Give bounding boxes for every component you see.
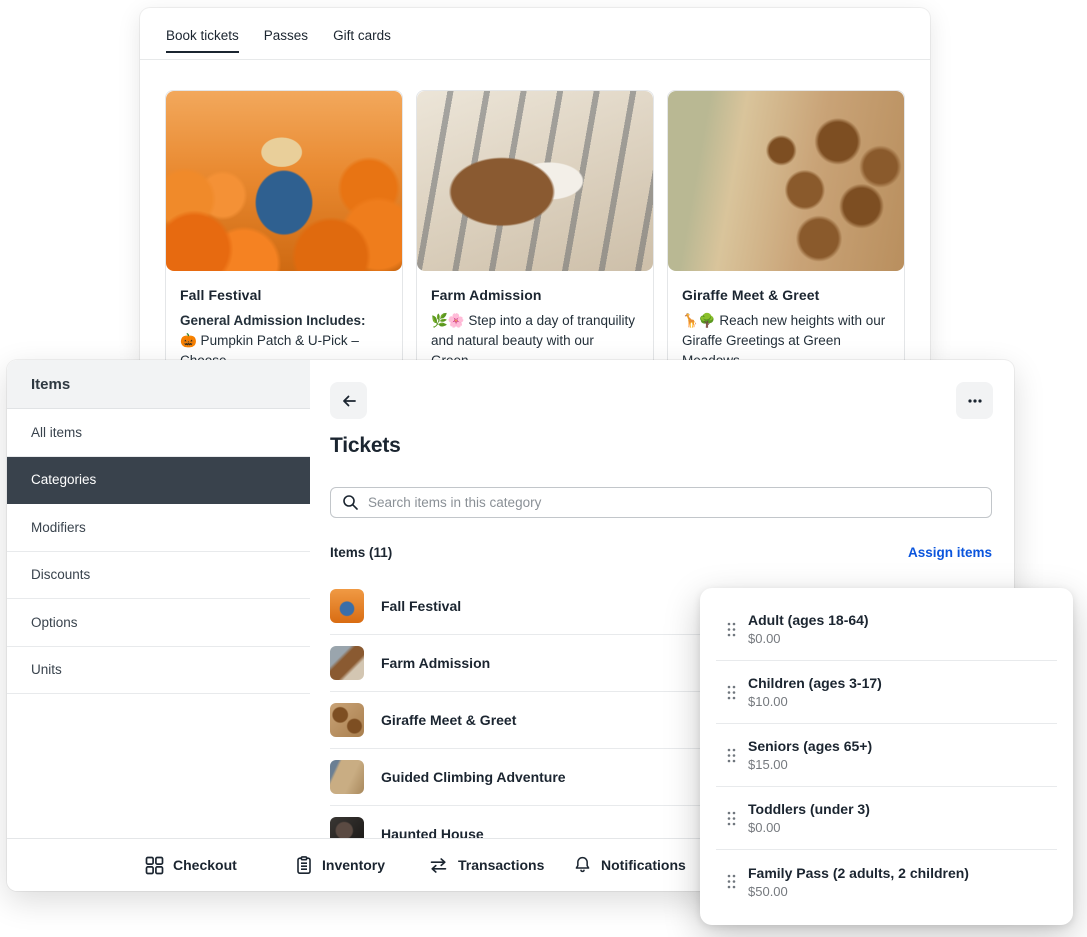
screen: Book tickets Passes Gift cards Fall Fest… bbox=[0, 0, 1087, 937]
sidebar-item-options[interactable]: Options bbox=[7, 599, 310, 647]
variation-row-children[interactable]: Children (ages 3-17) $10.00 bbox=[716, 661, 1057, 724]
clipboard-icon bbox=[295, 856, 313, 875]
variation-row-adult[interactable]: Adult (ages 18-64) $0.00 bbox=[716, 598, 1057, 661]
card-giraffe-meet-greet[interactable]: Giraffe Meet & Greet 🦒🌳 Reach new height… bbox=[667, 90, 905, 386]
variation-row-seniors[interactable]: Seniors (ages 65+) $15.00 bbox=[716, 724, 1057, 787]
nav-item-checkout[interactable]: Checkout bbox=[145, 839, 237, 891]
variation-price: $0.00 bbox=[748, 820, 870, 835]
drag-handle-icon[interactable] bbox=[726, 747, 737, 764]
drag-handle-icon[interactable] bbox=[726, 621, 737, 638]
variation-price: $10.00 bbox=[748, 694, 882, 709]
assign-items-link[interactable]: Assign items bbox=[908, 545, 992, 560]
card-image-giraffe bbox=[668, 91, 904, 271]
card-title: Giraffe Meet & Greet bbox=[682, 287, 890, 303]
ticket-variations-panel: Adult (ages 18-64) $0.00 Children (ages … bbox=[700, 588, 1073, 925]
drag-handle-icon[interactable] bbox=[726, 684, 737, 701]
card-image-pumpkin-patch bbox=[166, 91, 402, 271]
nav-item-inventory[interactable]: Inventory bbox=[295, 839, 385, 891]
drag-handle-icon[interactable] bbox=[726, 810, 737, 827]
variation-name: Adult (ages 18-64) bbox=[748, 612, 869, 628]
tab-book-tickets[interactable]: Book tickets bbox=[166, 26, 239, 53]
sidebar-item-units[interactable]: Units bbox=[7, 647, 310, 695]
variation-name: Seniors (ages 65+) bbox=[748, 738, 872, 754]
sidebar-item-discounts[interactable]: Discounts bbox=[7, 552, 310, 600]
tab-gift-cards[interactable]: Gift cards bbox=[333, 26, 391, 46]
bell-icon bbox=[573, 855, 592, 875]
item-name: Fall Festival bbox=[381, 598, 461, 614]
items-sidebar: Items All items Categories Modifiers Dis… bbox=[7, 360, 310, 838]
card-farm-admission[interactable]: Farm Admission 🌿🌸 Step into a day of tra… bbox=[416, 90, 654, 386]
item-thumbnail bbox=[330, 703, 364, 737]
tab-passes[interactable]: Passes bbox=[264, 26, 308, 46]
grid-icon bbox=[145, 856, 164, 875]
search-icon bbox=[342, 494, 359, 511]
variation-price: $15.00 bbox=[748, 757, 872, 772]
nav-item-transactions[interactable]: Transactions bbox=[428, 839, 544, 891]
variation-name: Family Pass (2 adults, 2 children) bbox=[748, 865, 969, 881]
arrow-left-icon bbox=[340, 392, 358, 410]
drag-handle-icon[interactable] bbox=[726, 873, 737, 890]
variation-row-family-pass[interactable]: Family Pass (2 adults, 2 children) $50.0… bbox=[716, 850, 1057, 913]
items-list-header: Items (11) Assign items bbox=[330, 545, 992, 560]
items-count: Items (11) bbox=[330, 545, 392, 560]
card-image-goat bbox=[417, 91, 653, 271]
item-name: Farm Admission bbox=[381, 655, 490, 671]
more-options-button[interactable] bbox=[956, 382, 993, 419]
page-title: Tickets bbox=[330, 434, 401, 458]
sidebar-item-all-items[interactable]: All items bbox=[7, 409, 310, 457]
booking-tabbar: Book tickets Passes Gift cards bbox=[140, 8, 930, 60]
variation-price: $50.00 bbox=[748, 884, 969, 899]
variation-price: $0.00 bbox=[748, 631, 869, 646]
variation-name: Toddlers (under 3) bbox=[748, 801, 870, 817]
sidebar-title: Items bbox=[7, 360, 310, 409]
card-title: Fall Festival bbox=[180, 287, 388, 303]
item-thumbnail bbox=[330, 760, 364, 794]
item-thumbnail bbox=[330, 646, 364, 680]
back-button[interactable] bbox=[330, 382, 367, 419]
item-name: Guided Climbing Adventure bbox=[381, 769, 566, 785]
sidebar-item-modifiers[interactable]: Modifiers bbox=[7, 504, 310, 552]
booking-window: Book tickets Passes Gift cards Fall Fest… bbox=[140, 8, 930, 366]
swap-arrows-icon bbox=[428, 858, 449, 873]
ellipsis-icon bbox=[967, 398, 983, 404]
search-input[interactable] bbox=[330, 487, 992, 518]
search-bar bbox=[330, 487, 992, 518]
variation-name: Children (ages 3-17) bbox=[748, 675, 882, 691]
card-title: Farm Admission bbox=[431, 287, 639, 303]
nav-item-notifications[interactable]: Notifications bbox=[573, 839, 686, 891]
card-fall-festival[interactable]: Fall Festival General Admission Includes… bbox=[165, 90, 403, 386]
sidebar-item-categories[interactable]: Categories bbox=[7, 457, 310, 505]
item-name: Giraffe Meet & Greet bbox=[381, 712, 516, 728]
variation-row-toddlers[interactable]: Toddlers (under 3) $0.00 bbox=[716, 787, 1057, 850]
ticket-cards: Fall Festival General Admission Includes… bbox=[140, 60, 930, 386]
item-thumbnail bbox=[330, 589, 364, 623]
